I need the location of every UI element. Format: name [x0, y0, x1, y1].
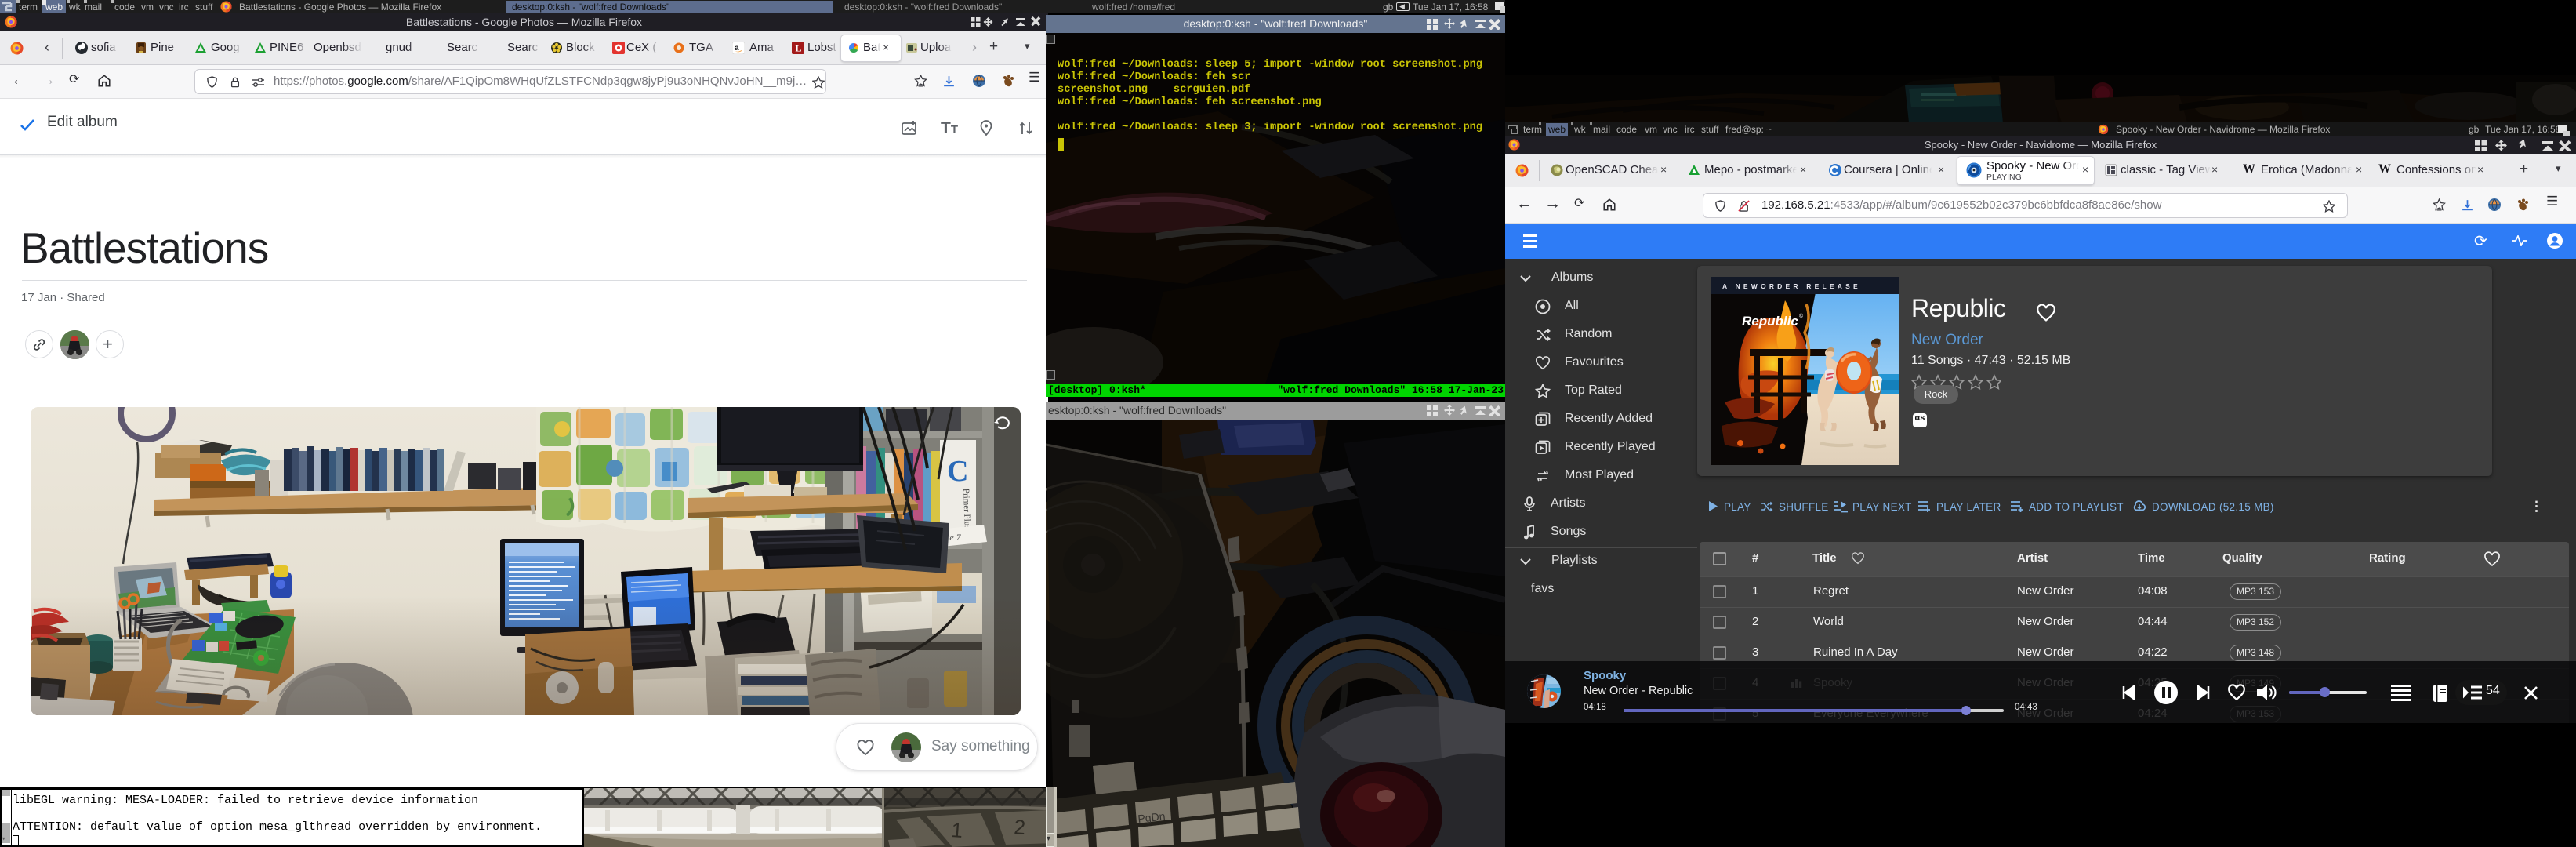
svg-text:Republic: Republic: [1742, 314, 1798, 329]
svg-text:Primer Plus: Primer Plus: [961, 489, 972, 529]
svg-text:1: 1: [951, 818, 964, 842]
svg-text:L: L: [796, 43, 802, 54]
svg-text:A NEWORDER RELEASE: A NEWORDER RELEASE: [1722, 282, 1861, 290]
svg-text:C: C: [947, 455, 968, 488]
svg-text:©: ©: [1799, 313, 1804, 319]
svg-text:2: 2: [1014, 815, 1027, 839]
